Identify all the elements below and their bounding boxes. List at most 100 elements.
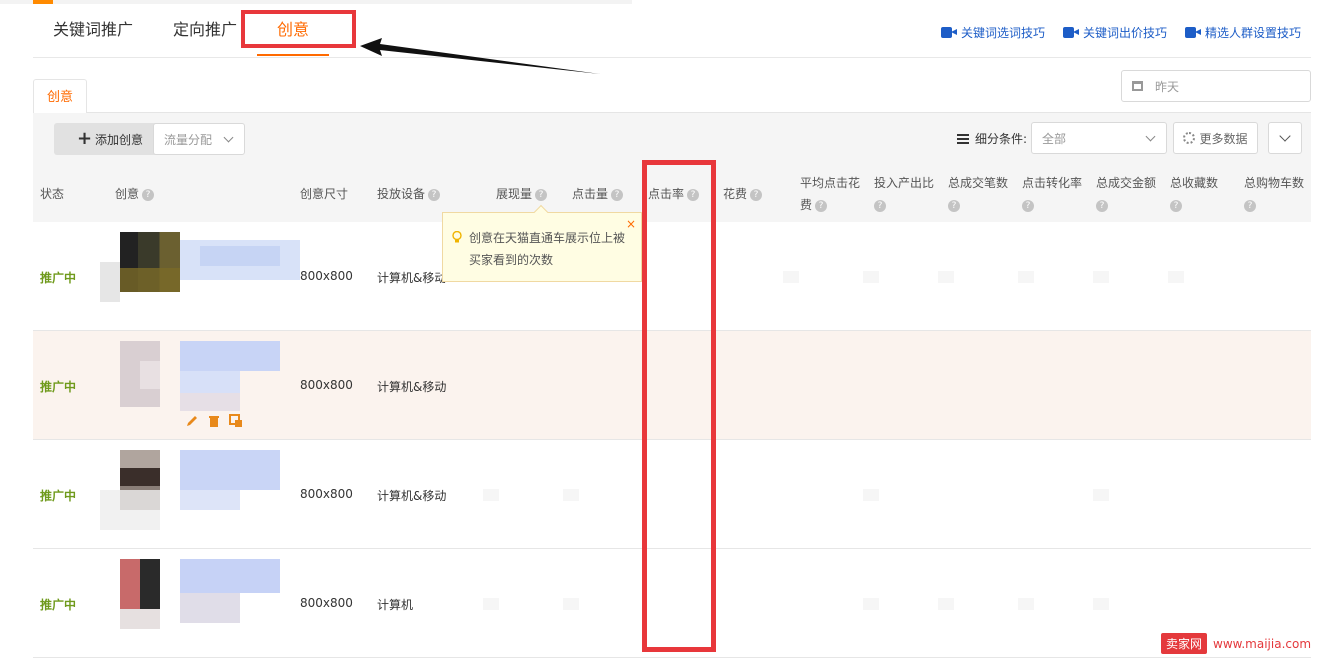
plus-icon: + — [76, 128, 93, 149]
segment-label: 细分条件: — [957, 130, 1027, 147]
add-creative-button[interactable]: + 添加创意 — [54, 123, 166, 155]
metric-cell — [483, 489, 499, 501]
metric-cell — [938, 271, 954, 283]
date-filter[interactable]: 昨天 — [1121, 70, 1311, 102]
col-clicks[interactable]: 点击量? — [572, 183, 624, 205]
delivery-device: 计算机&移动 — [377, 489, 447, 503]
status-badge: 推广中 — [40, 271, 77, 285]
help-icon[interactable]: ? — [750, 188, 763, 201]
metric-cell — [1018, 598, 1034, 610]
status-badge: 推广中 — [40, 380, 77, 394]
help-icon[interactable]: ? — [1170, 199, 1182, 212]
tip-label: 精选人群设置技巧 — [1204, 26, 1301, 40]
col-cvr[interactable]: 点击转化率? — [1022, 172, 1082, 216]
active-tab-underline — [257, 54, 329, 56]
delivery-device: 计算机&移动 — [377, 380, 447, 394]
segment-dropdown[interactable]: 全部 — [1031, 122, 1167, 154]
col-size-label: 创意尺寸 — [300, 187, 349, 201]
more-data-button[interactable]: 更多数据 — [1173, 122, 1258, 154]
metric-cell — [863, 489, 879, 501]
metric-cell — [1093, 271, 1109, 283]
col-carts[interactable]: 总购物车数? — [1244, 172, 1304, 216]
metric-cell — [1093, 489, 1109, 501]
help-icon[interactable]: ? — [535, 188, 548, 201]
col-roi[interactable]: 投入产出比? — [874, 172, 934, 216]
metric-cell — [783, 271, 799, 283]
chevron-down-icon — [1279, 130, 1291, 142]
help-icon[interactable]: ? — [815, 199, 828, 212]
help-icon[interactable]: ? — [142, 188, 155, 201]
help-icon[interactable]: ? — [1244, 199, 1256, 212]
sub-tab-creative[interactable]: 创意 — [33, 79, 87, 114]
creative-thumbnail[interactable] — [100, 559, 280, 645]
more-data-label: 更多数据 — [1199, 131, 1248, 146]
help-icon[interactable]: ? — [874, 199, 886, 212]
tooltip-line2: 买家看到的次数 — [469, 253, 554, 267]
col-status-label: 状态 — [40, 187, 65, 201]
col-gmv[interactable]: 总成交金额? — [1096, 172, 1156, 216]
delete-icon[interactable] — [207, 414, 221, 428]
calendar-icon — [1132, 81, 1143, 91]
col-avg-cpc[interactable]: 平均点击花费? — [800, 172, 860, 216]
col-cost-label: 花费 — [723, 187, 748, 201]
copy-icon[interactable] — [229, 414, 243, 428]
tip-link-audience-setup[interactable]: 精选人群设置技巧 — [1184, 24, 1301, 41]
col-roi-label: 投入产出比 — [874, 176, 935, 190]
metric-cell — [1018, 271, 1034, 283]
expand-toggle-button[interactable] — [1268, 122, 1302, 154]
creative-thumbnail[interactable] — [100, 450, 280, 536]
creative-size: 800x800 — [300, 378, 353, 392]
creative-size: 800x800 — [300, 596, 353, 610]
metric-cell — [863, 598, 879, 610]
toolbar: + 添加创意 流量分配 细分条件: 全部 更多数据 — [33, 113, 1311, 165]
lightbulb-icon — [452, 231, 462, 243]
close-icon[interactable]: × — [626, 213, 636, 235]
col-impressions[interactable]: 展现量? — [496, 183, 548, 205]
chevron-down-icon — [223, 132, 234, 143]
help-icon[interactable]: ? — [611, 188, 624, 201]
metric-cell — [1093, 598, 1109, 610]
tips-links: 关键词选词技巧 关键词出价技巧 精选人群设置技巧 — [940, 24, 1301, 41]
col-device: 投放设备? — [377, 183, 441, 205]
watermark-url: www.maijia.com — [1213, 636, 1312, 651]
tip-label: 关键词选词技巧 — [960, 26, 1045, 40]
video-icon — [1062, 27, 1079, 38]
creative-size: 800x800 — [300, 487, 353, 501]
annotation-arrow — [360, 38, 600, 74]
help-icon[interactable]: ? — [428, 188, 441, 201]
watermark-badge: 卖家网 — [1161, 633, 1208, 654]
metric-cell — [1168, 271, 1184, 283]
metric-cell — [563, 598, 579, 610]
col-carts-label: 总购物车数 — [1244, 176, 1305, 190]
delivery-device: 计算机&移动 — [377, 271, 447, 285]
col-favs[interactable]: 总收藏数? — [1170, 172, 1218, 216]
col-status: 状态 — [40, 183, 64, 205]
col-gmv-label: 总成交金额 — [1096, 176, 1157, 190]
help-icon[interactable]: ? — [1096, 199, 1108, 212]
tab-targeted-promotion[interactable]: 定向推广 — [173, 16, 237, 40]
col-creative: 创意? — [115, 183, 155, 205]
col-orders[interactable]: 总成交笔数? — [948, 172, 1008, 216]
col-size: 创意尺寸 — [300, 183, 348, 205]
sub-tab-bar: 创意 — [33, 78, 1311, 114]
col-cost[interactable]: 花费? — [723, 183, 763, 205]
tooltip-line1: 创意在天猫直通车展示位上被 — [469, 231, 626, 245]
gear-icon — [1183, 132, 1196, 144]
tab-keyword-promotion[interactable]: 关键词推广 — [53, 16, 133, 40]
flow-allocation-label: 流量分配 — [164, 132, 213, 147]
flow-allocation-dropdown[interactable]: 流量分配 — [153, 123, 245, 155]
date-filter-value: 昨天 — [1155, 79, 1180, 94]
help-icon[interactable]: ? — [948, 199, 960, 212]
col-creative-label: 创意 — [115, 187, 140, 201]
status-badge: 推广中 — [40, 489, 77, 503]
metric-cell — [938, 598, 954, 610]
help-icon[interactable]: ? — [1022, 199, 1034, 212]
main-tabs: 关键词推广 定向推广 创意 关键词选词技巧 关键词出价技巧 精选人群设置技巧 — [33, 0, 1311, 58]
tip-link-keyword-bidding[interactable]: 关键词出价技巧 — [1062, 24, 1167, 41]
status-badge: 推广中 — [40, 598, 77, 612]
col-device-label: 投放设备 — [377, 187, 426, 201]
creative-thumbnail[interactable] — [100, 232, 300, 318]
edit-icon[interactable] — [185, 414, 199, 428]
tip-link-keyword-selection[interactable]: 关键词选词技巧 — [940, 24, 1045, 41]
annotation-box-ctr-column — [642, 160, 716, 652]
